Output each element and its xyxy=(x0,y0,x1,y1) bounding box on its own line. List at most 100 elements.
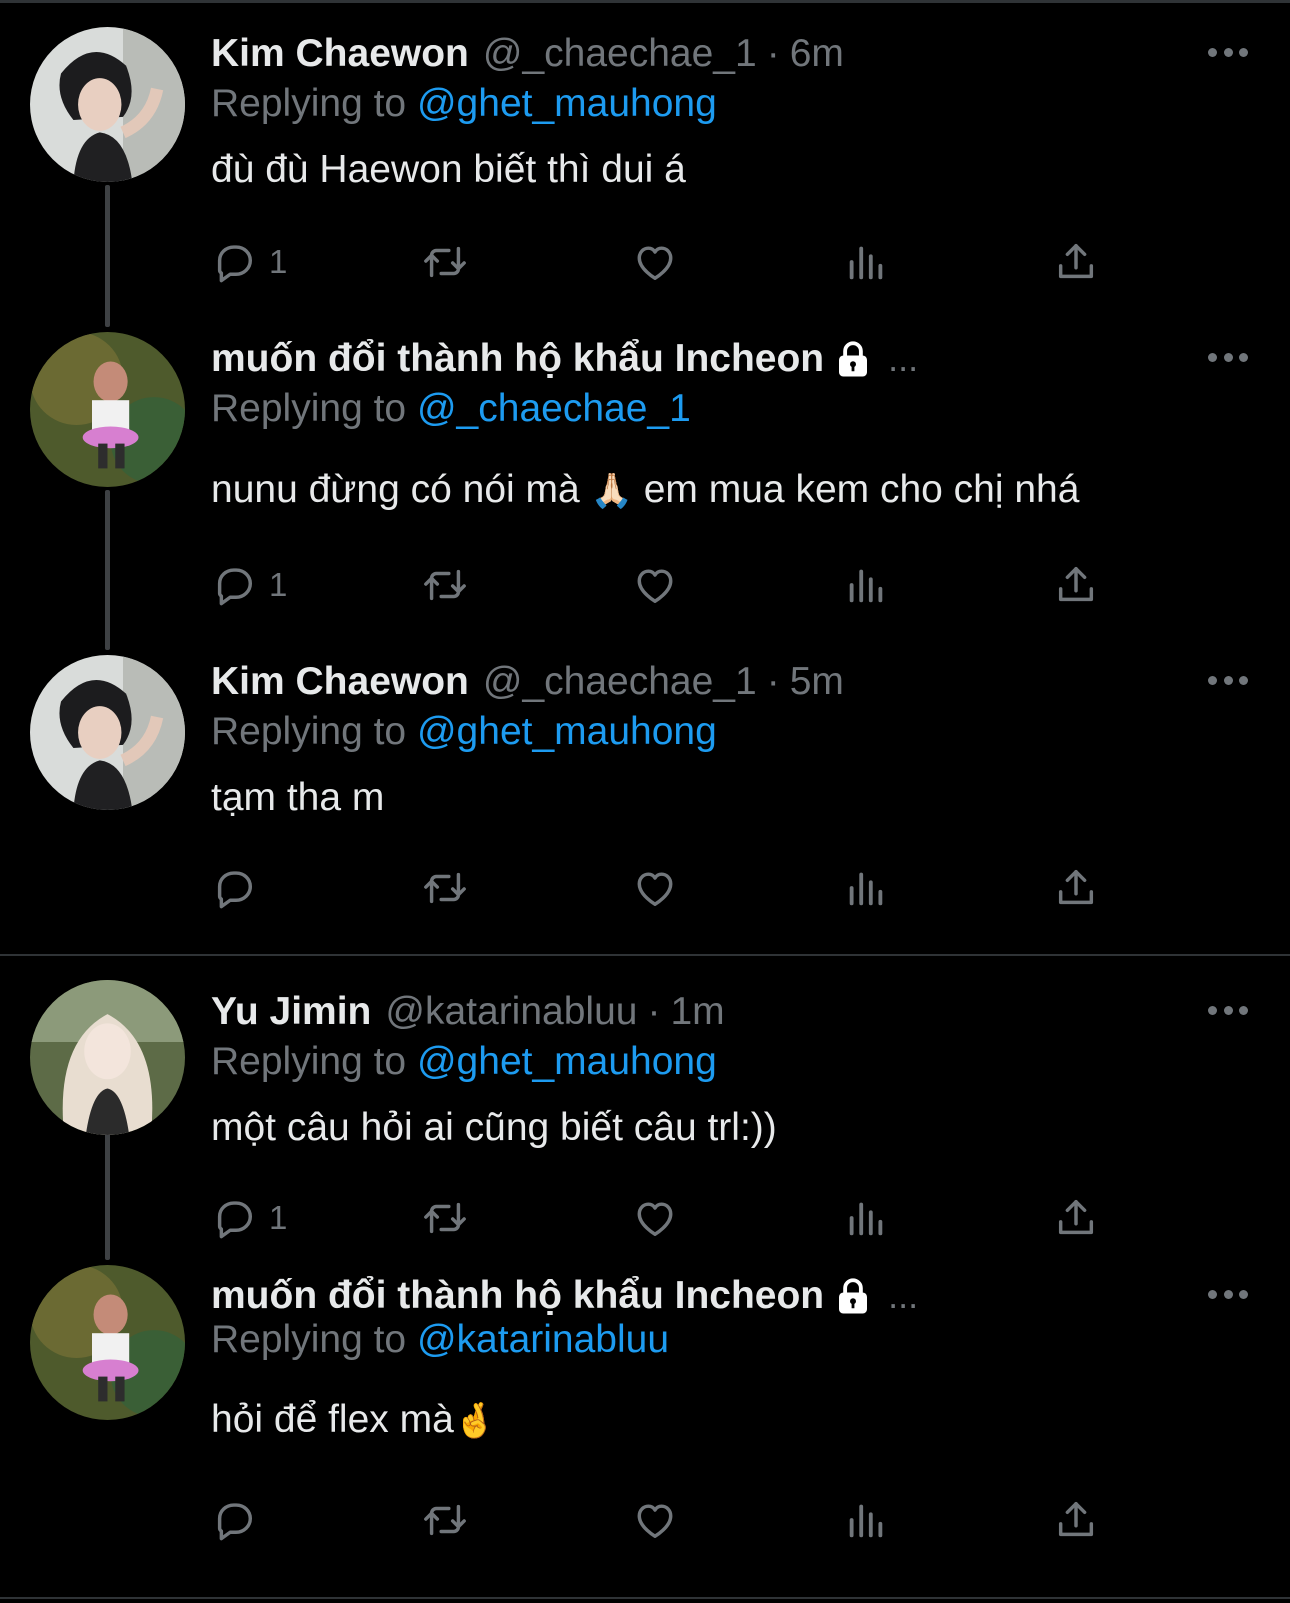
tweet-header: Kim Chaewon @_chaechae_1 · 6m xyxy=(211,28,844,80)
display-name[interactable]: muốn đổi thành hộ khẩu Incheon xyxy=(211,1274,824,1318)
more-icon[interactable] xyxy=(1208,998,1248,1022)
views-button[interactable] xyxy=(843,555,889,615)
tweet[interactable]: muốn đổi thành hộ khẩu Incheon ... Reply… xyxy=(0,1240,1290,1595)
truncation-ellipsis: ... xyxy=(888,1275,919,1316)
user-handle[interactable]: @_chaechae_1 xyxy=(483,32,757,76)
share-button[interactable] xyxy=(1053,555,1099,615)
views-icon xyxy=(843,239,889,285)
replying-to-handle[interactable]: @ghet_mauhong xyxy=(417,82,717,125)
avatar[interactable] xyxy=(30,1265,185,1420)
share-icon xyxy=(1053,865,1099,911)
tweet-header: muốn đổi thành hộ khẩu Incheon ... xyxy=(211,1270,918,1322)
replying-to: Replying to @ghet_mauhong xyxy=(211,82,717,126)
reply-count: 1 xyxy=(269,566,288,603)
reply-count: 1 xyxy=(269,243,288,280)
tweet-text: một câu hỏi ai cũng biết câu trl:)) xyxy=(211,1106,777,1149)
retweet-icon xyxy=(422,239,468,285)
retweet-icon xyxy=(422,1497,468,1543)
display-name[interactable]: muốn đổi thành hộ khẩu Incheon xyxy=(211,337,824,381)
like-button[interactable] xyxy=(632,1188,678,1248)
avatar[interactable] xyxy=(30,27,185,182)
fingers-crossed-emoji: 🤞 xyxy=(453,1401,497,1441)
like-button[interactable] xyxy=(632,1490,678,1550)
separator-dot: · xyxy=(647,990,661,1033)
tweet-text: đù đù Haewon biết thì dui á xyxy=(211,148,686,191)
separator-dot: · xyxy=(766,32,780,75)
views-button[interactable] xyxy=(843,1188,889,1248)
like-button[interactable] xyxy=(632,858,678,918)
reply-button[interactable] xyxy=(211,858,269,918)
replying-to-handle[interactable]: @katarinabluu xyxy=(417,1318,669,1361)
tweet-text: tạm tha m xyxy=(211,776,385,819)
replying-to-label: Replying to xyxy=(211,1040,407,1083)
replying-to: Replying to @_chaechae_1 xyxy=(211,387,691,431)
share-button[interactable] xyxy=(1053,232,1099,292)
tweet-text: nunu đừng có nói mà 🙏🏻 em mua kem cho ch… xyxy=(211,468,1079,512)
share-icon xyxy=(1053,239,1099,285)
share-button[interactable] xyxy=(1053,1490,1099,1550)
avatar[interactable] xyxy=(30,980,185,1135)
tweet-header: Kim Chaewon @_chaechae_1 · 5m xyxy=(211,656,844,708)
retweet-button[interactable] xyxy=(422,1188,468,1248)
tweet-text-part: nunu đừng có nói mà xyxy=(211,468,580,511)
views-button[interactable] xyxy=(843,232,889,292)
tweet[interactable]: Kim Chaewon @_chaechae_1 · 6m Replying t… xyxy=(0,0,1290,315)
views-icon xyxy=(843,1195,889,1241)
action-bar xyxy=(211,1490,1211,1550)
share-icon xyxy=(1053,1195,1099,1241)
reply-button[interactable]: 1 xyxy=(211,555,287,615)
replying-to-handle[interactable]: @ghet_mauhong xyxy=(417,1040,717,1083)
retweet-icon xyxy=(422,1195,468,1241)
timestamp[interactable]: 6m xyxy=(790,32,844,76)
like-button[interactable] xyxy=(632,232,678,292)
views-button[interactable] xyxy=(843,1490,889,1550)
tweet[interactable]: muốn đổi thành hộ khẩu Incheon ... Reply… xyxy=(0,305,1290,635)
reply-button[interactable] xyxy=(211,1490,269,1550)
retweet-button[interactable] xyxy=(422,232,468,292)
replying-to-label: Replying to xyxy=(211,1318,407,1361)
retweet-button[interactable] xyxy=(422,858,468,918)
more-icon[interactable] xyxy=(1208,345,1248,369)
avatar[interactable] xyxy=(30,332,185,487)
retweet-button[interactable] xyxy=(422,555,468,615)
more-icon[interactable] xyxy=(1208,40,1248,64)
replying-to-label: Replying to xyxy=(211,710,407,753)
timestamp[interactable]: 5m xyxy=(790,660,844,704)
replying-to-handle[interactable]: @ghet_mauhong xyxy=(417,710,717,753)
share-button[interactable] xyxy=(1053,858,1099,918)
tweet[interactable]: Kim Chaewon @_chaechae_1 · 5m Replying t… xyxy=(0,628,1290,958)
share-icon xyxy=(1053,562,1099,608)
replying-to-handle[interactable]: @_chaechae_1 xyxy=(417,387,691,430)
views-icon xyxy=(843,865,889,911)
like-button[interactable] xyxy=(632,555,678,615)
views-button[interactable] xyxy=(843,858,889,918)
more-icon[interactable] xyxy=(1208,1282,1248,1306)
display-name[interactable]: Yu Jimin xyxy=(211,990,371,1034)
timestamp[interactable]: 1m xyxy=(670,990,724,1034)
like-icon xyxy=(632,239,678,285)
avatar[interactable] xyxy=(30,655,185,810)
like-icon xyxy=(632,1497,678,1543)
reply-icon xyxy=(211,1497,257,1543)
reply-button[interactable]: 1 xyxy=(211,232,287,292)
replying-to: Replying to @ghet_mauhong xyxy=(211,1040,717,1084)
replying-to-label: Replying to xyxy=(211,82,407,125)
action-bar: 1 xyxy=(211,232,1211,292)
like-icon xyxy=(632,865,678,911)
retweet-icon xyxy=(422,865,468,911)
more-icon[interactable] xyxy=(1208,668,1248,692)
truncation-ellipsis: ... xyxy=(888,338,919,379)
retweet-button[interactable] xyxy=(422,1490,468,1550)
tweet[interactable]: Yu Jimin @katarinabluu · 1m Replying to … xyxy=(0,958,1290,1263)
display-name[interactable]: Kim Chaewon xyxy=(211,660,469,704)
bottom-border xyxy=(0,1597,1290,1599)
user-handle[interactable]: @_chaechae_1 xyxy=(483,660,757,704)
share-icon xyxy=(1053,1497,1099,1543)
share-button[interactable] xyxy=(1053,1188,1099,1248)
display-name[interactable]: Kim Chaewon xyxy=(211,32,469,76)
reply-icon xyxy=(211,1195,257,1241)
tweet-header: Yu Jimin @katarinabluu · 1m xyxy=(211,986,725,1038)
reply-button[interactable]: 1 xyxy=(211,1188,287,1248)
user-handle[interactable]: @katarinabluu xyxy=(385,990,637,1034)
tweet-text: hỏi để flex mà🤞 xyxy=(211,1398,496,1442)
